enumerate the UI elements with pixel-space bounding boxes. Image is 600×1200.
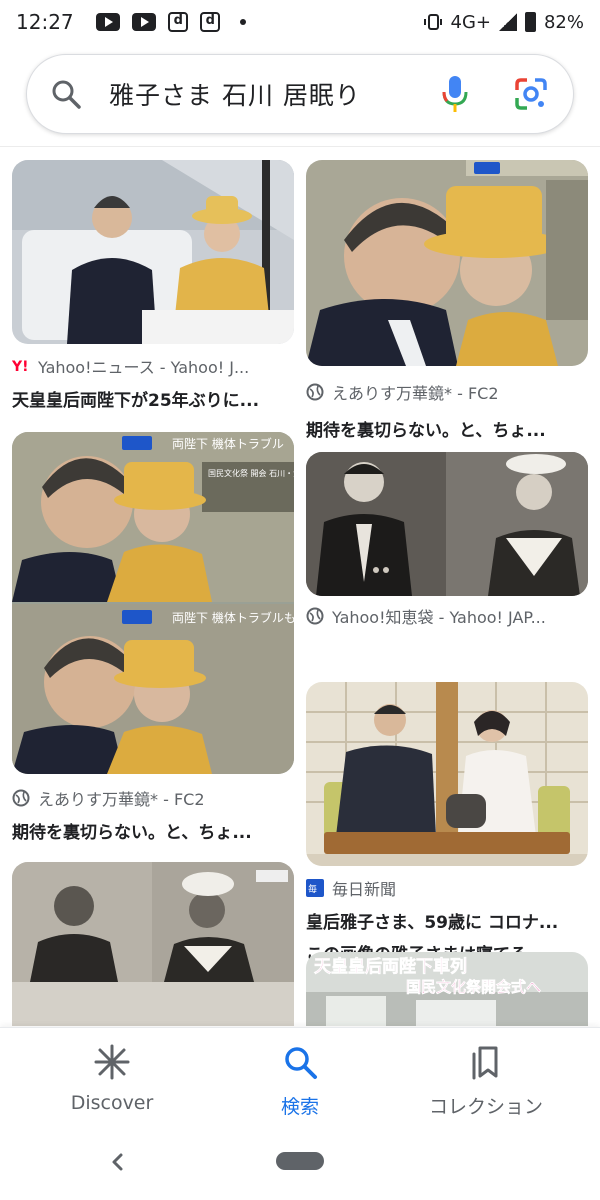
- result-card[interactable]: Y! Yahoo!ニュース - Yahoo! J... 天皇皇后両陛下が25年ぶ…: [12, 160, 294, 430]
- result-title[interactable]: 天皇皇后両陛下が25年ぶりに...: [12, 386, 294, 411]
- status-bar: 12:27 4G+ 82%: [0, 0, 600, 44]
- collections-bookmark-icon: [472, 1046, 498, 1080]
- yahoo-favicon-icon: Y!: [12, 359, 29, 375]
- youtube-notification-icon: [95, 13, 120, 31]
- result-source: 毎 毎日新聞: [306, 876, 588, 900]
- dmenu-notification-icon: [199, 12, 220, 32]
- nav-collections-label: コレクション: [428, 1096, 543, 1118]
- result-card[interactable]: えありす万華鏡* - FC2 期待を裏切らない。と、ちょ...: [306, 160, 588, 441]
- search-icon: [285, 1047, 317, 1079]
- back-chevron-icon[interactable]: [108, 1152, 128, 1172]
- result-thumbnail[interactable]: [306, 452, 588, 596]
- svg-text:毎: 毎: [308, 883, 317, 895]
- vibrate-icon: [423, 14, 442, 30]
- mainichi-favicon-icon: 毎: [306, 879, 324, 897]
- nav-search[interactable]: 検索: [210, 1042, 390, 1119]
- result-thumbnail[interactable]: [306, 682, 588, 866]
- result-thumbnail[interactable]: 天皇皇后両陛下車列 国民文化祭開会式へ: [306, 952, 588, 1026]
- result-thumbnail[interactable]: [306, 160, 588, 366]
- network-type: 4G+: [450, 11, 491, 33]
- status-right: 4G+ 82%: [423, 11, 584, 33]
- result-card[interactable]: 両陛下 機体トラブル 国民文化祭 開会 石川・金沢市 両陛下 機体トラブルも: [12, 432, 294, 843]
- result-card[interactable]: 天皇皇后両陛下車列 国民文化祭開会式へ: [306, 952, 588, 1026]
- result-source-label: 毎日新聞: [332, 880, 397, 899]
- result-title[interactable]: 期待を裏切らない。と、ちょ...: [306, 416, 588, 441]
- microphone-icon[interactable]: [437, 74, 473, 114]
- result-source: Yahoo!知恵袋 - Yahoo! JAP...: [306, 604, 588, 628]
- discover-asterisk-icon: [94, 1044, 130, 1080]
- svg-text:Y!: Y!: [12, 359, 29, 375]
- home-pill[interactable]: [276, 1152, 324, 1170]
- result-card[interactable]: Yahoo!知恵袋 - Yahoo! JAP... この画像の雅子さまは寝てる.…: [306, 452, 588, 965]
- result-source: Y! Yahoo!ニュース - Yahoo! J...: [12, 354, 294, 378]
- result-thumbnail[interactable]: [12, 160, 294, 344]
- bottom-navigation: Discover 検索 コレクション: [0, 1027, 600, 1132]
- banner-c-text: 国民文化祭 開会 石川・金沢市: [208, 468, 294, 478]
- nav-search-label: 検索: [280, 1096, 319, 1118]
- result-thumbnail[interactable]: 両陛下 機体トラブル 国民文化祭 開会 石川・金沢市 両陛下 機体トラブルも: [12, 432, 294, 774]
- banner-b-text: 両陛下 機体トラブルも: [172, 610, 294, 625]
- dmenu-notification-icon: [167, 12, 188, 32]
- search-query[interactable]: 雅子さま 石川 居眠り: [109, 76, 437, 112]
- result-source: えありす万華鏡* - FC2: [306, 380, 588, 404]
- result-source-label: えありす万華鏡* - FC2: [332, 384, 499, 403]
- banner-a-text: 両陛下 機体トラブル: [172, 436, 284, 451]
- result-title[interactable]: 皇后雅子さま、59歳に コロナ...: [306, 908, 588, 933]
- status-time: 12:27: [16, 10, 74, 34]
- youtube-notification-icon: [131, 13, 156, 31]
- result-title[interactable]: 期待を裏切らない。と、ちょ...: [12, 818, 294, 843]
- result-card[interactable]: [12, 862, 294, 1026]
- result-source-label: Yahoo!知恵袋 - Yahoo! JAP...: [332, 608, 546, 627]
- result-card[interactable]: 毎 毎日新聞 皇后雅子さま、59歳に コロナ...: [306, 682, 588, 933]
- signal-icon: [498, 13, 517, 31]
- nav-discover-label: Discover: [70, 1092, 154, 1114]
- more-notifications-dot: [239, 19, 246, 25]
- search-bar[interactable]: 雅子さま 石川 居眠り: [26, 54, 574, 134]
- search-icon: [52, 80, 81, 109]
- globe-icon: [12, 789, 30, 807]
- google-lens-icon[interactable]: [513, 76, 549, 112]
- result-thumbnail[interactable]: [12, 862, 294, 1026]
- battery-percent: 82%: [543, 11, 584, 33]
- newspaper-headline: 天皇皇后両陛下車列: [314, 956, 467, 977]
- result-source: えありす万華鏡* - FC2: [12, 786, 294, 810]
- newspaper-subheadline: 国民文化祭開会式へ: [406, 978, 541, 996]
- globe-icon: [306, 607, 324, 625]
- result-source-label: Yahoo!ニュース - Yahoo! J...: [38, 358, 250, 377]
- globe-icon: [306, 383, 324, 401]
- result-source-label: えありす万華鏡* - FC2: [38, 790, 205, 809]
- battery-icon: [524, 12, 536, 32]
- nav-discover[interactable]: Discover: [22, 1042, 202, 1114]
- system-navigation-bar: [0, 1132, 600, 1200]
- nav-collections[interactable]: コレクション: [396, 1042, 576, 1119]
- image-results-grid: Y! Yahoo!ニュース - Yahoo! J... 天皇皇后両陛下が25年ぶ…: [0, 146, 600, 1026]
